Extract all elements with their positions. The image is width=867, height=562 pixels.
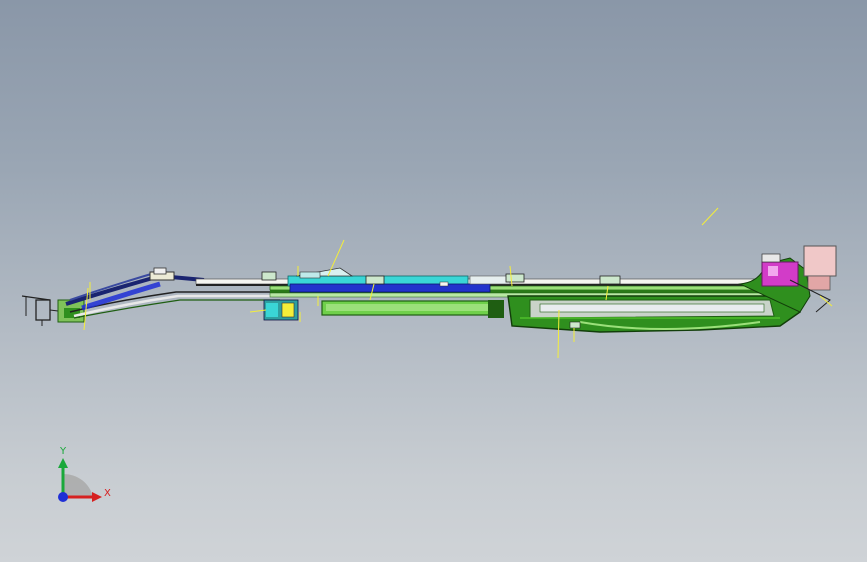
graphics-viewport[interactable]: Y X [0, 0, 867, 562]
model-canvas[interactable]: Y X [0, 0, 867, 562]
x-axis-label: X [104, 488, 111, 499]
assembly-model[interactable] [21, 207, 837, 359]
y-axis-label: Y [59, 446, 67, 457]
coordinate-triad-icon: Y X [58, 446, 111, 502]
left-rising-rails [65, 267, 280, 319]
right-housing [507, 295, 801, 333]
blue-cyan-section [287, 267, 511, 293]
